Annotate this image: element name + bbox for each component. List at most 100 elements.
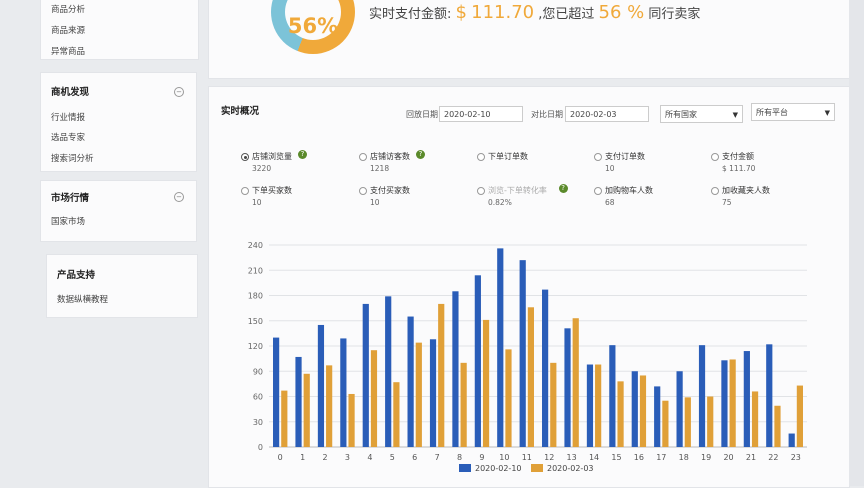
x-tick-label: 20 [723, 453, 733, 462]
collapse-icon[interactable]: − [174, 87, 184, 97]
metric-value: $ 111.70 [722, 164, 756, 173]
bar [774, 405, 781, 447]
bar [429, 339, 437, 447]
metric-value: 75 [722, 198, 732, 207]
date-input[interactable]: 2020-02-10 [439, 106, 523, 122]
bar [415, 342, 422, 447]
sidebar-group-opportunity: 商机发现 − 行业情报 选品专家 搜索词分析 [40, 72, 197, 172]
radio-icon[interactable] [477, 153, 485, 161]
bar [340, 338, 347, 447]
bar [766, 344, 773, 447]
platform-select-value: 所有平台 [756, 108, 788, 117]
bar [326, 365, 333, 447]
metric-option[interactable]: 加收藏夹人数 75 [711, 185, 821, 211]
bar [684, 397, 691, 447]
overview-card: 实时概况 回放日期 2020-02-10 对比日期 2020-02-03 所有国… [208, 86, 850, 488]
legend-label: 2020-02-03 [547, 464, 594, 473]
sidebar-item-tutorial[interactable]: 数据纵横教程 [57, 293, 108, 305]
bar [295, 356, 302, 447]
x-tick-label: 13 [567, 453, 577, 462]
help-icon[interactable]: ? [416, 150, 425, 159]
radio-icon[interactable] [594, 187, 602, 195]
x-tick-label: 21 [746, 453, 756, 462]
help-icon[interactable]: ? [558, 184, 568, 193]
bar [654, 386, 661, 447]
x-tick-label: 17 [656, 453, 666, 462]
help-icon[interactable]: ? [298, 150, 307, 159]
country-select[interactable]: 所有国家 ▼ [660, 105, 743, 123]
date-label: 回放日期 [406, 110, 438, 119]
x-tick-label: 7 [435, 453, 440, 462]
metric-label: 店铺访客数 [370, 152, 410, 161]
bar [527, 307, 534, 447]
metric-option[interactable]: 支付订单数 10 [594, 151, 704, 177]
sidebar-item-industry[interactable]: 行业情报 [51, 111, 85, 123]
metric-option[interactable]: 店铺访客数? 1218 [359, 150, 469, 177]
sidebar-item-selection-expert[interactable]: 选品专家 [51, 131, 85, 143]
x-tick-label: 8 [457, 453, 462, 462]
bar [609, 345, 616, 447]
bar [362, 303, 369, 447]
bar [452, 291, 459, 447]
summary-card: 56% 实时支付金额: $ 111.70 ,您已超过 56 % 同行卖家 [208, 0, 850, 79]
bar [631, 371, 638, 447]
bar [348, 393, 355, 447]
overview-title: 实时概况 [221, 106, 260, 117]
sidebar-item-abnormal-product[interactable]: 异常商品 [51, 45, 85, 57]
radio-icon[interactable] [711, 187, 719, 195]
bar [482, 319, 490, 447]
y-tick-label: 210 [248, 266, 263, 275]
metric-value: 68 [605, 198, 615, 207]
radio-icon[interactable] [477, 187, 485, 195]
x-tick-label: 15 [611, 453, 621, 462]
metric-option[interactable]: 支付金额 $ 111.70 [711, 151, 821, 177]
metric-option[interactable]: 下单买家数 10 [241, 185, 351, 211]
radio-icon[interactable] [711, 153, 719, 161]
sidebar-item-country-market[interactable]: 国家市场 [51, 215, 85, 227]
compare-date-label: 对比日期 [531, 110, 563, 119]
y-tick-label: 120 [248, 342, 263, 351]
metric-option[interactable]: 浏览-下单转化率? 0.82% [477, 184, 587, 211]
y-tick-label: 0 [258, 443, 263, 452]
sidebar-title-opportunity[interactable]: 商机发现 [51, 84, 89, 98]
collapse-icon[interactable]: − [174, 192, 184, 202]
metric-label: 支付订单数 [605, 152, 645, 161]
bar [460, 362, 467, 447]
compare-date-input[interactable]: 2020-02-03 [565, 106, 649, 122]
bar [370, 350, 378, 447]
metric-label: 浏览-下单转化率 [488, 186, 547, 195]
radio-icon[interactable] [359, 153, 367, 161]
bar [519, 260, 526, 447]
x-tick-label: 2 [322, 453, 327, 462]
y-tick-label: 150 [248, 317, 263, 326]
platform-select[interactable]: 所有平台 ▼ [751, 103, 835, 121]
bar [564, 328, 571, 447]
sidebar-item-product-source[interactable]: 商品来源 [51, 24, 85, 36]
radio-icon[interactable] [594, 153, 602, 161]
chevron-down-icon: ▼ [824, 109, 830, 117]
radio-icon[interactable] [241, 187, 249, 195]
sidebar-title-support[interactable]: 产品支持 [57, 267, 95, 281]
sidebar-group-market: 市场行情 − 国家市场 [40, 180, 197, 242]
sidebar-item-search-term[interactable]: 搜索词分析 [51, 152, 94, 164]
metric-value: 10 [605, 164, 615, 173]
x-tick-label: 16 [634, 453, 644, 462]
metric-option[interactable]: 加购物车人数 68 [594, 185, 704, 211]
x-tick-label: 18 [679, 453, 689, 462]
metric-option[interactable]: 支付买家数 10 [359, 185, 469, 211]
bar [474, 275, 481, 447]
sidebar-title-market[interactable]: 市场行情 [51, 190, 89, 204]
pay-summary-line: 实时支付金额: $ 111.70 ,您已超过 56 % 同行卖家 [369, 2, 700, 23]
metric-option[interactable]: 下单订单数 [477, 151, 587, 177]
bar [273, 337, 280, 447]
bar [729, 359, 736, 447]
radio-icon[interactable] [359, 187, 367, 195]
sidebar-item-product-analysis[interactable]: 商品分析 [51, 3, 85, 15]
bar [505, 349, 512, 447]
metric-option[interactable]: 店铺浏览量? 3220 [241, 150, 351, 177]
bar [317, 324, 325, 447]
metric-value: 0.82% [488, 198, 512, 207]
radio-icon[interactable] [241, 153, 249, 161]
bar [303, 373, 310, 447]
bar [788, 433, 795, 447]
